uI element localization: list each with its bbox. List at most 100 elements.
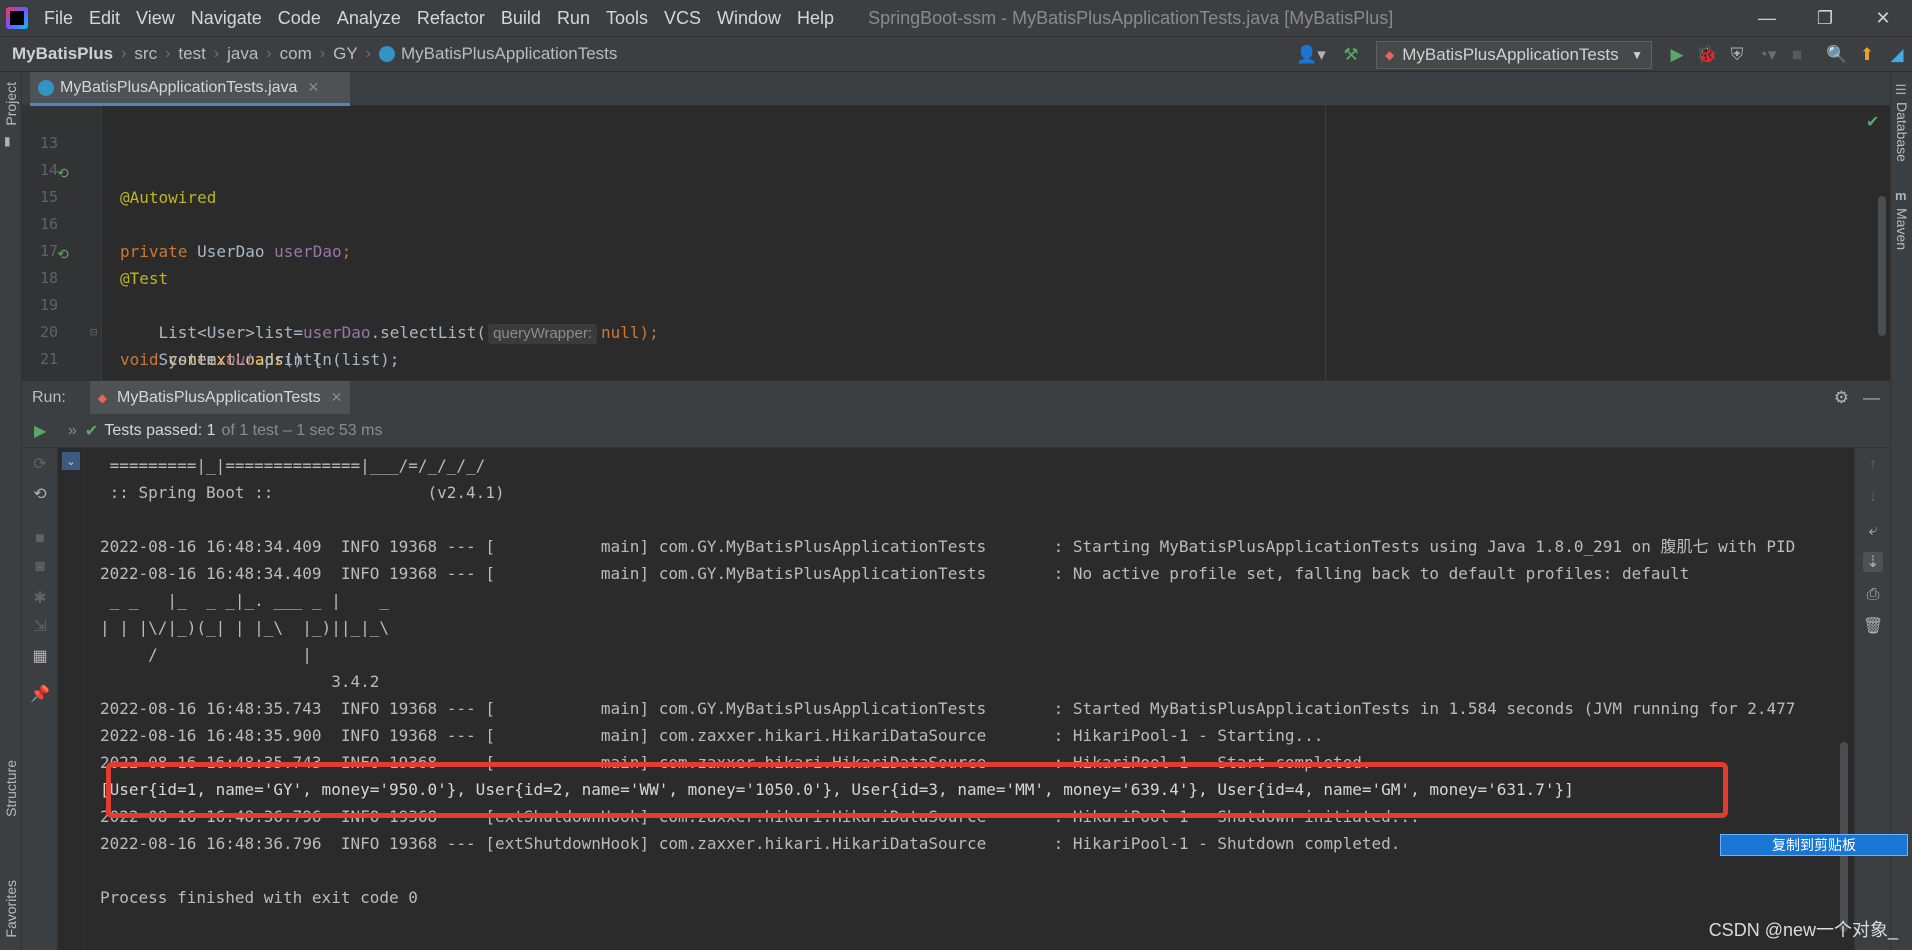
structure-tool-tab[interactable]: Structure bbox=[3, 760, 19, 817]
close-window-button[interactable]: ✕ bbox=[1854, 0, 1912, 36]
code-line: 15 ⟲ private UserDao userDao; bbox=[22, 157, 1882, 261]
breadcrumb-src[interactable]: src bbox=[134, 44, 157, 64]
console-line: 3.4.2 bbox=[100, 672, 380, 691]
pin-icon[interactable]: 📌 bbox=[30, 684, 50, 704]
chevron-right-icon: › bbox=[213, 45, 220, 62]
profiler-icon[interactable]: ◔▾ bbox=[1752, 40, 1782, 70]
menu-file[interactable]: File bbox=[36, 8, 81, 29]
menu-vcs[interactable]: VCS bbox=[656, 8, 709, 29]
breadcrumb-gy[interactable]: GY bbox=[333, 44, 358, 64]
query-result-line: [User{id=1, name='GY', money='950.0'}, U… bbox=[100, 780, 1574, 799]
breadcrumb-java[interactable]: java bbox=[227, 44, 258, 64]
trash-icon[interactable]: 🗑 bbox=[1863, 616, 1883, 636]
console-line: | | |\/|_)(_| | |_\ |_)||_|_\ bbox=[100, 618, 389, 637]
run-configuration-label: MyBatisPlusApplicationTests bbox=[1402, 45, 1619, 64]
editor-tab[interactable]: MyBatisPlusApplicationTests.java ✕ bbox=[30, 72, 350, 106]
close-icon[interactable]: ✕ bbox=[307, 79, 319, 96]
close-icon[interactable]: ✕ bbox=[331, 389, 343, 406]
copy-to-clipboard-button[interactable]: 复制到剪贴板 bbox=[1720, 834, 1908, 856]
chevron-right-icon: › bbox=[365, 45, 372, 62]
check-icon: ✔ bbox=[84, 422, 99, 440]
search-icon[interactable]: 🔍 bbox=[1822, 40, 1852, 70]
user-account-icon[interactable]: 👤▾ bbox=[1296, 40, 1326, 70]
editor-tab-bar: MyBatisPlusApplicationTests.java ✕ bbox=[22, 72, 1890, 106]
console-line: 2022-08-16 16:48:35.900 INFO 19368 --- [… bbox=[100, 726, 1324, 745]
stop-icon[interactable]: ■ bbox=[30, 530, 50, 548]
stop-icon[interactable]: ■ bbox=[1782, 40, 1812, 70]
menu-build[interactable]: Build bbox=[493, 8, 549, 29]
console-line: 2022-08-16 16:48:36.796 INFO 19368 --- [… bbox=[100, 807, 1420, 826]
breadcrumb-com[interactable]: com bbox=[280, 44, 312, 64]
menu-navigate[interactable]: Navigate bbox=[183, 8, 270, 29]
code-line: 18 ⟲ ⊟ void contextLoads() { bbox=[22, 238, 1882, 369]
editor-tab-label: MyBatisPlusApplicationTests.java bbox=[60, 78, 298, 96]
update-icon[interactable]: ⬆ bbox=[1852, 40, 1882, 70]
run-configuration-select[interactable]: ◆ MyBatisPlusApplicationTests ▼ bbox=[1376, 41, 1652, 69]
minimize-button[interactable]: — bbox=[1738, 0, 1796, 36]
debug-icon[interactable]: ✱ bbox=[30, 588, 50, 608]
console-line: :: Spring Boot :: (v2.4.1) bbox=[100, 483, 505, 502]
rerun-icon[interactable]: ▶ bbox=[34, 421, 54, 441]
menu-edit[interactable]: Edit bbox=[81, 8, 128, 29]
exit-icon[interactable]: ⇲ bbox=[30, 616, 50, 636]
breadcrumb-class[interactable]: MyBatisPlusApplicationTests bbox=[401, 44, 617, 64]
chevron-down-icon: ▼ bbox=[1631, 48, 1643, 62]
debug-icon[interactable]: 🐞 bbox=[1692, 40, 1722, 70]
console-line: 2022-08-16 16:48:34.409 INFO 19368 --- [… bbox=[100, 537, 1796, 556]
collapse-tree-icon[interactable]: ⌄ bbox=[62, 452, 80, 470]
console-line: / | bbox=[100, 645, 312, 664]
menu-view[interactable]: View bbox=[128, 8, 183, 29]
breadcrumb-project[interactable]: MyBatisPlus bbox=[12, 44, 113, 64]
arrow-up-icon[interactable]: ↑ bbox=[1863, 456, 1883, 474]
database-icon: ☰ bbox=[1895, 82, 1907, 97]
toolbox-icon[interactable]: ◢ bbox=[1882, 40, 1912, 70]
camera-icon[interactable]: ◙ bbox=[30, 558, 50, 576]
print-icon[interactable]: ⎙ bbox=[1863, 586, 1883, 604]
tests-duration-text: of 1 test – 1 sec 53 ms bbox=[221, 421, 383, 439]
code-line: 16 bbox=[22, 184, 1882, 233]
code-line: 14 @Autowired bbox=[22, 130, 1882, 207]
gear-icon[interactable]: ⚙ bbox=[1834, 388, 1849, 408]
menu-tools[interactable]: Tools bbox=[598, 8, 656, 29]
run-panel-label: Run: bbox=[32, 388, 66, 406]
rerun-failed-icon[interactable]: ⟳ bbox=[30, 454, 50, 474]
code-line: 13 bbox=[22, 103, 1882, 152]
arrow-down-icon[interactable]: ↓ bbox=[1863, 488, 1883, 506]
restore-button[interactable]: ❐ bbox=[1796, 0, 1854, 36]
inspection-ok-icon[interactable]: ✔ bbox=[1866, 112, 1879, 132]
console-output[interactable]: =========|_|==============|___/=/_/_/_/ … bbox=[84, 448, 1854, 950]
run-tab-label: MyBatisPlusApplicationTests bbox=[117, 388, 321, 406]
breadcrumb-test[interactable]: test bbox=[178, 44, 205, 64]
menu-help[interactable]: Help bbox=[789, 8, 842, 29]
minimize-panel-icon[interactable]: — bbox=[1863, 388, 1880, 408]
menu-refactor[interactable]: Refactor bbox=[409, 8, 493, 29]
code-editor[interactable]: 13 14 @Autowired 15 ⟲ private UserDao us… bbox=[22, 103, 1890, 423]
menu-code[interactable]: Code bbox=[270, 8, 329, 29]
run-toolbar: ⟳ ⟲ ■ ◙ ✱ ⇲ ▦ 📌 bbox=[22, 448, 58, 950]
console-line: _ _ |_ _ _|_. ___ _ | _ bbox=[100, 591, 389, 610]
console-line: 2022-08-16 16:48:35.743 INFO 19368 --- [… bbox=[100, 753, 1372, 772]
scroll-to-end-icon[interactable]: ⇣ bbox=[1863, 552, 1883, 572]
test-tree-strip: ⌄ bbox=[58, 448, 84, 950]
coverage-icon[interactable]: ⛨ bbox=[1722, 40, 1752, 70]
run-icon[interactable]: ▶ bbox=[1662, 40, 1692, 70]
right-tool-strip: ☰ Database m Maven bbox=[1890, 72, 1912, 950]
toggle-auto-test-icon[interactable]: ⟲ bbox=[30, 484, 50, 504]
menu-analyze[interactable]: Analyze bbox=[329, 8, 409, 29]
soft-wrap-icon[interactable]: ⤶ bbox=[1863, 522, 1883, 540]
run-tab[interactable]: ◆ MyBatisPlusApplicationTests ✕ bbox=[89, 380, 351, 415]
java-class-icon bbox=[38, 79, 54, 96]
layout-icon[interactable]: ▦ bbox=[30, 646, 50, 666]
chevron-right-icon: › bbox=[266, 45, 272, 62]
menu-window[interactable]: Window bbox=[709, 8, 789, 29]
maven-tool-tab[interactable]: Maven bbox=[1894, 208, 1910, 250]
build-hammer-icon[interactable]: ⚒ bbox=[1336, 40, 1366, 70]
console-line: =========|_|==============|___/=/_/_/_/ bbox=[100, 456, 486, 475]
project-tool-tab[interactable]: Project bbox=[3, 82, 19, 126]
editor-scrollbar[interactable] bbox=[1878, 196, 1886, 336]
console-line: 2022-08-16 16:48:36.796 INFO 19368 --- [… bbox=[100, 834, 1401, 853]
database-tool-tab[interactable]: Database bbox=[1894, 102, 1910, 162]
menu-run[interactable]: Run bbox=[549, 8, 598, 29]
favorites-tool-tab[interactable]: Favorites bbox=[3, 880, 19, 938]
expand-icon[interactable]: » bbox=[68, 422, 77, 440]
